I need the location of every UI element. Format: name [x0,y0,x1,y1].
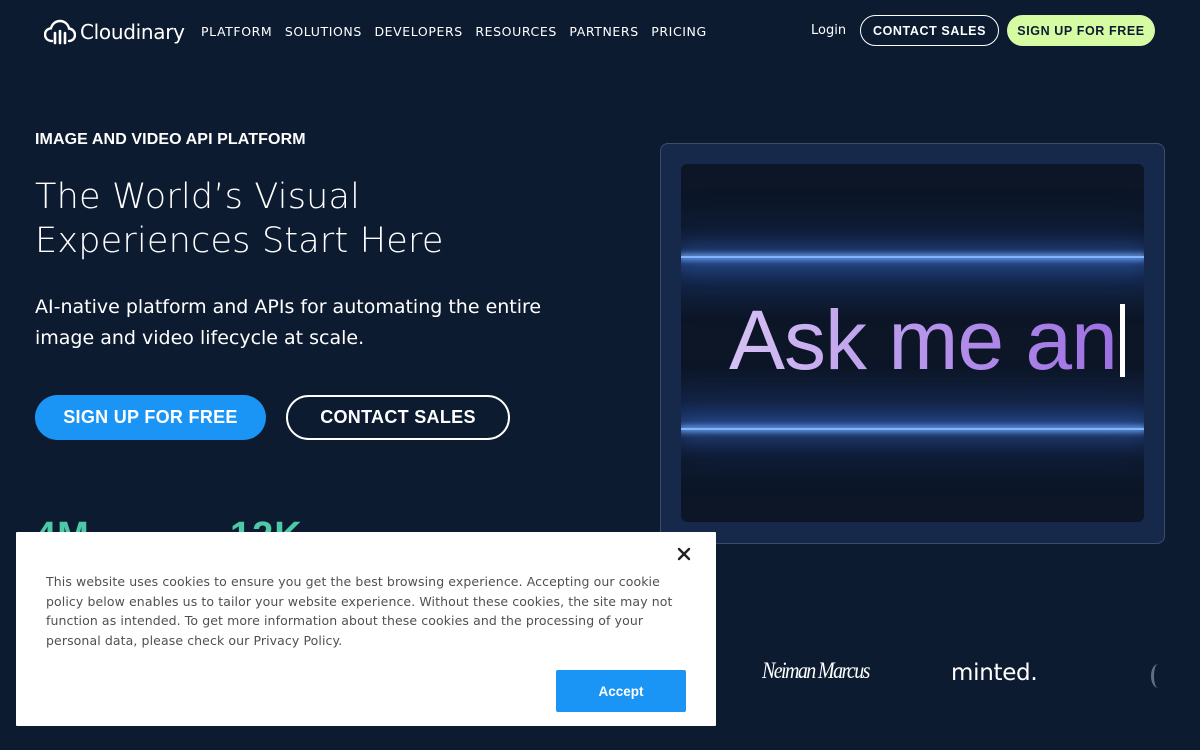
nav-platform[interactable]: PLATFORM [201,24,272,39]
text-cursor [1120,304,1125,377]
nav-partners[interactable]: PARTNERS [569,24,638,39]
glow-line-top [681,256,1144,258]
header-signup-button[interactable]: SIGN UP FOR FREE [1007,15,1155,46]
cookie-banner: This website uses cookies to ensure you … [16,532,716,726]
nav-solutions[interactable]: SOLUTIONS [285,24,362,39]
main-nav: PLATFORM SOLUTIONS DEVELOPERS RESOURCES … [201,24,719,39]
close-icon[interactable] [674,544,694,564]
ai-prompt-screen: Ask me an [681,164,1144,522]
customer-logo-minted: minted. [951,660,1038,686]
cloudinary-cloud-icon [44,19,76,45]
customer-logo-neiman-marcus: Neiman Marcus [762,658,870,684]
hero-headline: The World’s Visual Experiences Start Her… [35,177,444,261]
hero-eyebrow: IMAGE AND VIDEO API PLATFORM [35,131,306,148]
cookie-accept-button[interactable]: Accept [556,670,686,712]
brand-name: Cloudinary [80,20,185,44]
customer-logo-partial [1151,664,1165,688]
cloudinary-logo[interactable]: Cloudinary [44,17,185,47]
nav-resources[interactable]: RESOURCES [475,24,557,39]
header-contact-sales-button[interactable]: CONTACT SALES [860,15,999,46]
page: Cloudinary PLATFORM SOLUTIONS DEVELOPERS… [0,0,1200,750]
nav-pricing[interactable]: PRICING [651,24,707,39]
hero-contact-sales-button[interactable]: CONTACT SALES [286,395,510,440]
hero-subtext: AI-native platform and APIs for automati… [35,296,542,349]
typed-prompt-text: Ask me an [729,293,1118,387]
site-header: Cloudinary PLATFORM SOLUTIONS DEVELOPERS… [0,0,1200,64]
glow-line-bottom [681,428,1144,430]
login-link[interactable]: Login [811,23,846,38]
hero-signup-button[interactable]: SIGN UP FOR FREE [35,395,266,440]
ai-prompt-card: Ask me an [660,143,1165,544]
nav-developers[interactable]: DEVELOPERS [374,24,462,39]
cookie-message: This website uses cookies to ensure you … [46,574,673,649]
